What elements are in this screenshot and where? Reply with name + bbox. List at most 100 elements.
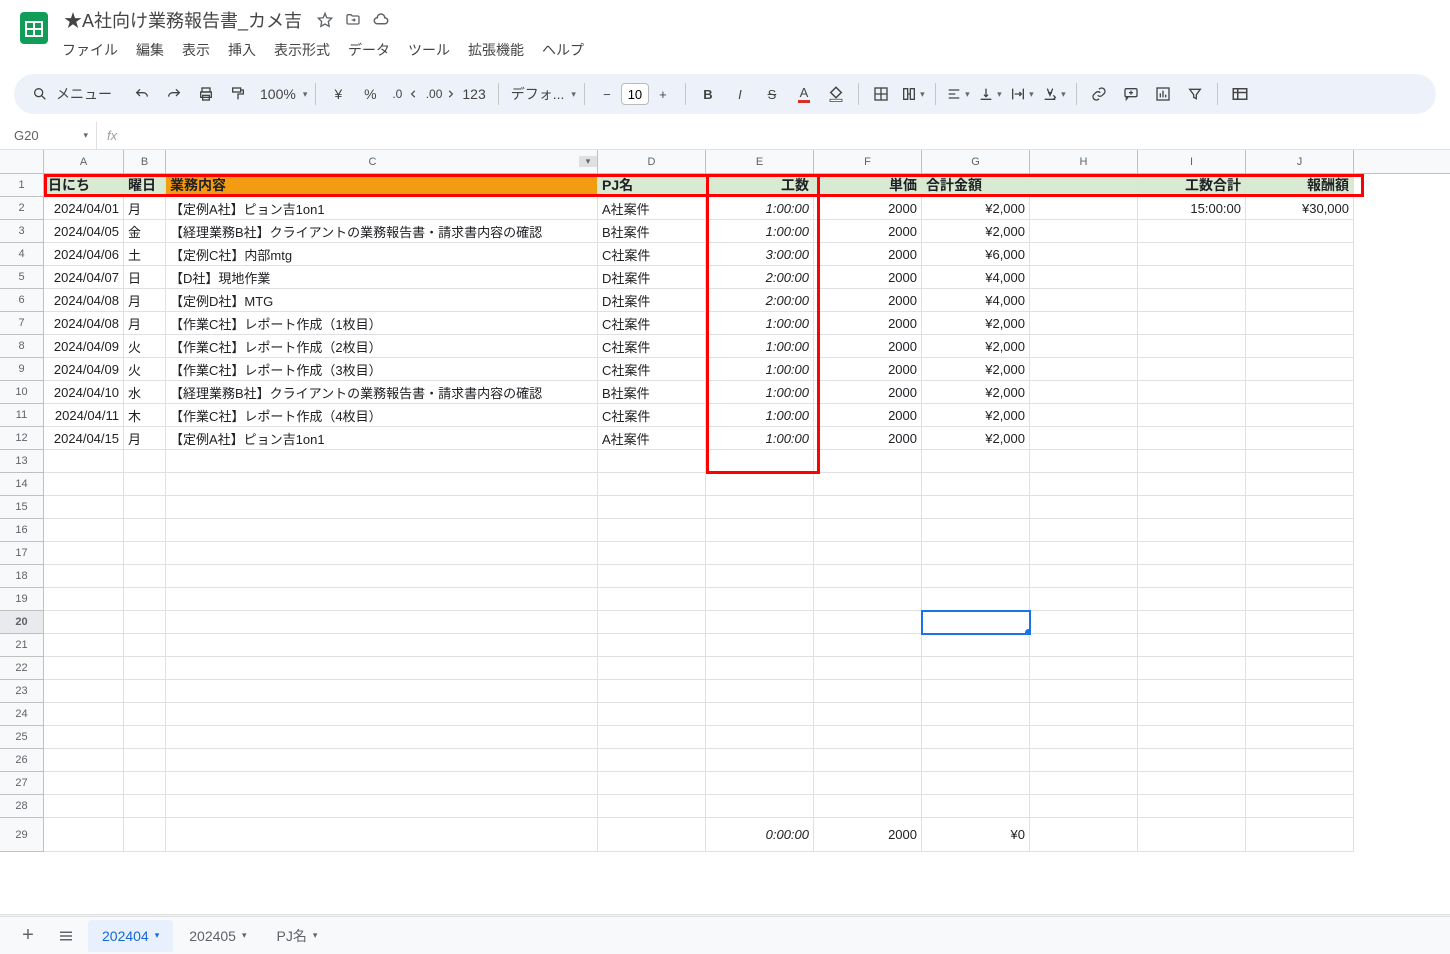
row-header[interactable]: 29 bbox=[0, 818, 44, 852]
cell[interactable] bbox=[124, 519, 166, 542]
row-header[interactable]: 7 bbox=[0, 312, 44, 335]
cell[interactable]: 【作業C社】レポート作成（3枚目） bbox=[166, 358, 598, 381]
cell[interactable]: D社案件 bbox=[598, 266, 706, 289]
row-header[interactable]: 14 bbox=[0, 473, 44, 496]
cell[interactable] bbox=[1138, 657, 1246, 680]
cell[interactable] bbox=[44, 542, 124, 565]
percent-button[interactable]: % bbox=[356, 80, 384, 108]
zoom-dropdown[interactable]: 100% bbox=[256, 80, 307, 108]
cell[interactable] bbox=[124, 496, 166, 519]
cell[interactable] bbox=[922, 473, 1030, 496]
cell[interactable]: C社案件 bbox=[598, 404, 706, 427]
column-filter-icon[interactable]: ▾ bbox=[579, 156, 597, 167]
cell[interactable] bbox=[814, 496, 922, 519]
row-header[interactable]: 22 bbox=[0, 657, 44, 680]
cell[interactable]: 1:00:00 bbox=[706, 427, 814, 450]
cell[interactable] bbox=[1030, 450, 1138, 473]
cell[interactable]: ¥2,000 bbox=[922, 197, 1030, 220]
cell[interactable]: 2024/04/07 bbox=[44, 266, 124, 289]
cell[interactable]: 2024/04/10 bbox=[44, 381, 124, 404]
cell[interactable]: C社案件 bbox=[598, 312, 706, 335]
cell[interactable] bbox=[1030, 726, 1138, 749]
cell[interactable] bbox=[1030, 220, 1138, 243]
cell[interactable]: B社案件 bbox=[598, 381, 706, 404]
cell[interactable] bbox=[1138, 473, 1246, 496]
col-header-C[interactable]: C▾ bbox=[166, 150, 598, 173]
header-total[interactable]: 合計金額 bbox=[922, 174, 1030, 197]
all-sheets-button[interactable] bbox=[50, 920, 82, 952]
cell[interactable] bbox=[1030, 772, 1138, 795]
cell[interactable] bbox=[44, 657, 124, 680]
cell[interactable]: ¥30,000 bbox=[1246, 197, 1354, 220]
col-header-H[interactable]: H bbox=[1030, 150, 1138, 173]
cell[interactable]: 1:00:00 bbox=[706, 404, 814, 427]
cell[interactable]: 2000 bbox=[814, 220, 922, 243]
cell[interactable] bbox=[1138, 565, 1246, 588]
menu-search[interactable]: メニュー bbox=[24, 82, 124, 106]
chevron-down-icon[interactable]: ▾ bbox=[313, 930, 318, 941]
cell[interactable]: ¥2,000 bbox=[922, 404, 1030, 427]
cell[interactable] bbox=[706, 588, 814, 611]
cell[interactable]: 月 bbox=[124, 427, 166, 450]
cell[interactable] bbox=[922, 772, 1030, 795]
cell[interactable] bbox=[814, 772, 922, 795]
name-box[interactable]: G20 ▾ bbox=[0, 128, 96, 143]
cell[interactable] bbox=[598, 611, 706, 634]
cell[interactable] bbox=[124, 473, 166, 496]
cell[interactable] bbox=[166, 818, 598, 852]
cell[interactable] bbox=[706, 473, 814, 496]
cell[interactable] bbox=[814, 634, 922, 657]
menu-data[interactable]: データ bbox=[340, 36, 398, 64]
cell[interactable] bbox=[598, 450, 706, 473]
cell[interactable] bbox=[166, 588, 598, 611]
cell[interactable] bbox=[1138, 312, 1246, 335]
col-header-E[interactable]: E bbox=[706, 150, 814, 173]
cell[interactable]: 2000 bbox=[814, 427, 922, 450]
cell[interactable]: C社案件 bbox=[598, 335, 706, 358]
cell[interactable]: 2024/04/09 bbox=[44, 358, 124, 381]
paint-format-button[interactable] bbox=[224, 80, 252, 108]
row-header[interactable]: 23 bbox=[0, 680, 44, 703]
row-header[interactable]: 18 bbox=[0, 565, 44, 588]
cell[interactable] bbox=[124, 542, 166, 565]
cell[interactable]: 2024/04/06 bbox=[44, 243, 124, 266]
bold-button[interactable]: B bbox=[694, 80, 722, 108]
header-date[interactable]: 日にち bbox=[44, 174, 124, 197]
row-header[interactable]: 24 bbox=[0, 703, 44, 726]
cell[interactable] bbox=[124, 795, 166, 818]
menu-insert[interactable]: 挿入 bbox=[220, 36, 264, 64]
header-pj[interactable]: PJ名 bbox=[598, 174, 706, 197]
font-size-decrease[interactable]: − bbox=[593, 80, 621, 108]
cell[interactable] bbox=[166, 519, 598, 542]
cell[interactable] bbox=[166, 542, 598, 565]
cell[interactable] bbox=[598, 818, 706, 852]
cell[interactable]: 木 bbox=[124, 404, 166, 427]
cell[interactable]: D社案件 bbox=[598, 289, 706, 312]
decrease-decimal-button[interactable]: .0 bbox=[388, 80, 417, 108]
cell[interactable]: 2024/04/11 bbox=[44, 404, 124, 427]
cell[interactable] bbox=[124, 611, 166, 634]
cell[interactable]: 【定例A社】ピョン吉1on1 bbox=[166, 197, 598, 220]
cell[interactable] bbox=[814, 611, 922, 634]
cell[interactable] bbox=[1030, 542, 1138, 565]
col-header-B[interactable]: B bbox=[124, 150, 166, 173]
cell[interactable] bbox=[1030, 473, 1138, 496]
cell[interactable] bbox=[598, 795, 706, 818]
row-header[interactable]: 27 bbox=[0, 772, 44, 795]
cell[interactable] bbox=[1138, 726, 1246, 749]
filter-button[interactable] bbox=[1181, 80, 1209, 108]
cell[interactable] bbox=[44, 519, 124, 542]
print-button[interactable] bbox=[192, 80, 220, 108]
cell[interactable]: 【定例D社】MTG bbox=[166, 289, 598, 312]
cell[interactable]: 2024/04/01 bbox=[44, 197, 124, 220]
cell[interactable] bbox=[1030, 427, 1138, 450]
increase-decimal-button[interactable]: .00 bbox=[422, 80, 455, 108]
text-rotation-button[interactable] bbox=[1040, 80, 1068, 108]
cell[interactable] bbox=[706, 450, 814, 473]
strikethrough-button[interactable]: S bbox=[758, 80, 786, 108]
cell[interactable] bbox=[1246, 496, 1354, 519]
cell[interactable]: 2000 bbox=[814, 289, 922, 312]
cell[interactable] bbox=[1138, 381, 1246, 404]
cell[interactable] bbox=[1030, 358, 1138, 381]
merge-cells-button[interactable] bbox=[899, 80, 927, 108]
